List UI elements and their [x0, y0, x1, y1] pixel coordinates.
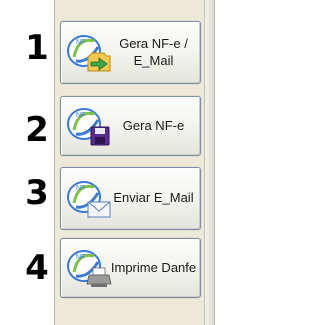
gera-nfe-email-label: Gera NF-e / E_Mail: [109, 22, 198, 83]
panel-scroll-strip[interactable]: [204, 0, 214, 325]
nfe-logo-with-envelope-icon: NF: [67, 180, 111, 217]
gera-nfe-email-line1: Gera NF-e /: [119, 36, 188, 52]
row-number-1: 1: [25, 28, 49, 68]
imprime-danfe-button[interactable]: NF Imprime Danfe: [60, 238, 201, 298]
nfe-logo-with-printer-icon: NF: [67, 250, 112, 287]
gera-nfe-email-line2: E_Mail: [133, 52, 174, 68]
svg-text:NF: NF: [76, 254, 85, 261]
gera-nfe-label: Gera NF-e: [122, 117, 185, 133]
svg-text:NF: NF: [76, 39, 85, 46]
nfe-logo-with-floppy-disk-icon: NF: [67, 108, 110, 146]
row-number-2: 2: [25, 110, 49, 150]
row-number-3: 3: [25, 173, 49, 213]
svg-text:NF: NF: [76, 112, 85, 119]
nfe-logo-with-arrow-to-folder-icon: NF: [67, 34, 111, 71]
enviar-email-label: Enviar E_Mail: [113, 190, 194, 206]
svg-text:NF: NF: [76, 185, 85, 192]
gera-nfe-email-button[interactable]: NF Gera NF-e / E_Mail: [60, 21, 201, 84]
enviar-email-button[interactable]: NF Enviar E_Mail: [60, 167, 201, 230]
row-number-4: 4: [25, 248, 49, 288]
gera-nfe-button[interactable]: NF Gera NF-e: [60, 96, 201, 156]
imprime-danfe-label: Imprime Danfe: [110, 259, 197, 275]
